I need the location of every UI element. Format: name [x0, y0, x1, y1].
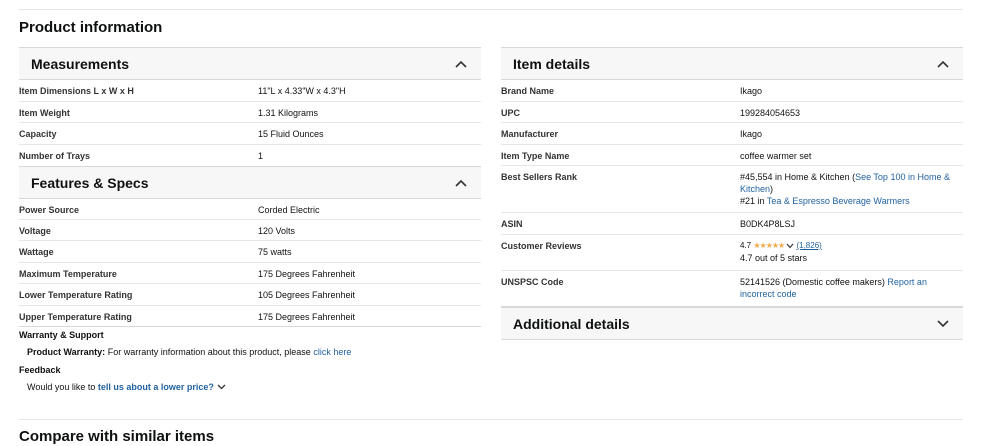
spec-label: Capacity: [19, 129, 57, 139]
spec-row: Voltage 120 Volts: [19, 220, 481, 241]
category-link[interactable]: Tea & Espresso Beverage Warmers: [767, 196, 910, 206]
best-sellers-rank: #45,554 in Home & Kitchen (See Top 100 i…: [740, 166, 963, 212]
rank-text-end: ): [770, 184, 774, 194]
spec-label: Lower Temperature Rating: [19, 290, 133, 300]
detail-value: B0DK4P8LSJ: [740, 219, 796, 229]
unspsc-value: 52141526 (Domestic coffee makers) Report…: [740, 271, 963, 306]
feedback-line: Would you like to tell us about a lower …: [19, 382, 481, 392]
chevron-down-icon[interactable]: [935, 316, 951, 332]
page-title: Product information: [19, 19, 163, 36]
warranty-click-here-link[interactable]: click here: [313, 347, 351, 357]
spec-value: 175 Degrees Fahrenheit: [258, 312, 356, 322]
detail-label: Item Type Name: [501, 151, 570, 161]
detail-label: Best Sellers Rank: [501, 172, 578, 182]
spec-label: Voltage: [19, 226, 51, 236]
measurements-header[interactable]: Measurements: [19, 47, 481, 80]
detail-value: coffee warmer set: [740, 151, 812, 161]
rank-line: #21 in Tea & Espresso Beverage Warmers: [740, 195, 963, 207]
bottom-divider: [19, 419, 963, 420]
compare-section-title: Compare with similar items: [19, 428, 215, 445]
features-title: Features & Specs: [31, 174, 149, 191]
detail-row: Manufacturer Ikago: [501, 123, 963, 145]
customer-reviews: 4.7 ★★★★★ (1,826) 4.7 out of 5 stars: [740, 235, 963, 270]
spec-value: 120 Volts: [258, 226, 296, 236]
spec-label: Wattage: [19, 247, 54, 257]
rank-text: #45,554 in Home & Kitchen (: [740, 172, 856, 182]
feedback-section: Feedback Would you like to tell us about…: [19, 365, 481, 392]
spec-value: 105 Degrees Fahrenheit: [258, 290, 356, 300]
star-rating-icon[interactable]: ★★★★★: [753, 240, 785, 252]
detail-value: 199284054653: [740, 108, 801, 118]
spec-row: Lower Temperature Rating 105 Degrees Fah…: [19, 284, 481, 306]
lower-price-link[interactable]: tell us about a lower price?: [98, 382, 214, 392]
detail-row: UPC 199284054653: [501, 102, 963, 123]
additional-details-title: Additional details: [513, 315, 630, 332]
item-details-title: Item details: [513, 55, 591, 72]
spec-row: Item Dimensions L x W x H 11"L x 4.33"W …: [19, 80, 481, 102]
spec-value: 175 Degrees Fahrenheit: [258, 269, 356, 279]
top-divider: [19, 9, 963, 10]
additional-details-header[interactable]: Additional details: [501, 307, 963, 340]
warranty-line: Product Warranty: For warranty informati…: [19, 347, 481, 357]
review-count-link[interactable]: (1,826): [796, 240, 821, 252]
detail-value: Ikago: [740, 86, 763, 96]
detail-label: UNSPSC Code: [501, 277, 564, 287]
chevron-down-icon[interactable]: [786, 243, 794, 249]
spec-label: Item Dimensions L x W x H: [19, 86, 134, 96]
unspsc-code: 52141526 (Domestic coffee makers): [740, 277, 885, 287]
detail-label: Manufacturer: [501, 129, 559, 139]
spec-row: Number of Trays 1: [19, 145, 481, 166]
detail-row: Item Type Name coffee warmer set: [501, 145, 963, 166]
spec-row: Capacity 15 Fluid Ounces: [19, 123, 481, 145]
features-header[interactable]: Features & Specs: [19, 166, 481, 199]
rank-line: #45,554 in Home & Kitchen (See Top 100 i…: [740, 171, 963, 195]
spec-value: Corded Electric: [258, 205, 320, 215]
item-details-header[interactable]: Item details: [501, 47, 963, 80]
warranty-label: Product Warranty:: [27, 347, 106, 357]
detail-row: Brand Name Ikago: [501, 80, 963, 102]
spec-row: Wattage 75 watts: [19, 241, 481, 263]
warranty-section: Warranty & Support Product Warranty: For…: [19, 330, 481, 357]
spec-value: 1.31 Kilograms: [258, 108, 319, 118]
spec-value: 75 watts: [258, 247, 292, 257]
detail-label: UPC: [501, 108, 521, 118]
rating-value: 4.7: [740, 241, 752, 250]
warranty-title: Warranty & Support: [19, 330, 104, 340]
spec-value: 15 Fluid Ounces: [258, 129, 324, 139]
spec-row: Upper Temperature Rating 175 Degrees Fah…: [19, 306, 481, 327]
spec-row: Maximum Temperature 175 Degrees Fahrenhe…: [19, 263, 481, 284]
measurements-title: Measurements: [31, 55, 130, 72]
rating-summary: 4.7 out of 5 stars: [740, 253, 808, 263]
detail-row: Customer Reviews 4.7 ★★★★★ (1,826) 4.7 o…: [501, 235, 963, 271]
chevron-up-icon[interactable]: [935, 56, 951, 72]
left-column: Measurements Item Dimensions L x W x H 1…: [19, 47, 481, 392]
chevron-down-icon[interactable]: [217, 384, 226, 390]
detail-label: Customer Reviews: [501, 241, 582, 251]
detail-label: Brand Name: [501, 86, 555, 96]
chevron-up-icon[interactable]: [453, 56, 469, 72]
detail-row: ASIN B0DK4P8LSJ: [501, 213, 963, 235]
detail-row: Best Sellers Rank #45,554 in Home & Kitc…: [501, 166, 963, 213]
warranty-text: For warranty information about this prod…: [107, 347, 311, 357]
spec-value: 11"L x 4.33"W x 4.3"H: [258, 86, 346, 96]
spec-row: Power Source Corded Electric: [19, 199, 481, 220]
detail-row: UNSPSC Code 52141526 (Domestic coffee ma…: [501, 271, 963, 307]
rank-text: #21 in: [740, 196, 767, 206]
spec-row: Item Weight 1.31 Kilograms: [19, 102, 481, 123]
chevron-up-icon[interactable]: [453, 175, 469, 191]
detail-label: ASIN: [501, 219, 523, 229]
spec-label: Upper Temperature Rating: [19, 312, 132, 322]
feedback-text: Would you like to: [27, 382, 96, 392]
spec-label: Item Weight: [19, 108, 70, 118]
spec-label: Power Source: [19, 205, 80, 215]
spec-value: 1: [258, 151, 264, 161]
rating-line: 4.7 ★★★★★ (1,826): [740, 240, 963, 252]
spec-label: Maximum Temperature: [19, 269, 117, 279]
spec-label: Number of Trays: [19, 151, 91, 161]
detail-value: Ikago: [740, 129, 763, 139]
right-column: Item details Brand Name Ikago UPC 199284…: [501, 47, 963, 340]
feedback-title: Feedback: [19, 365, 61, 375]
